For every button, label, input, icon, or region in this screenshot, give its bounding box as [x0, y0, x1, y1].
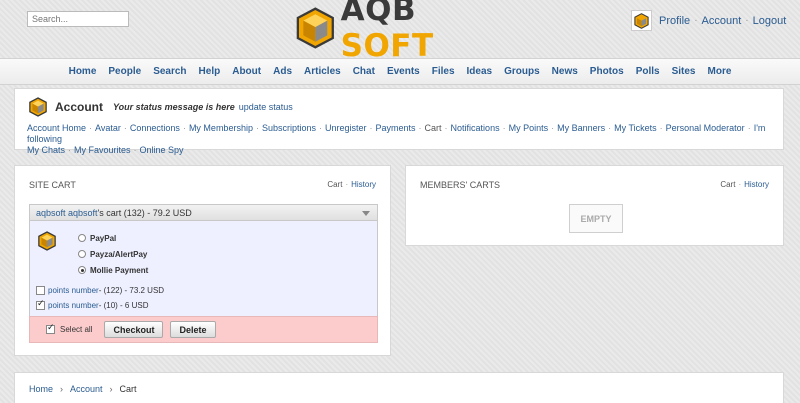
cart-owner-link[interactable]: aqbsoft aqbsoft [36, 208, 98, 218]
payment-option-payza[interactable]: Payza/AlertPay [78, 246, 148, 262]
account-submenu-subscriptions[interactable]: Subscriptions [262, 123, 316, 133]
account-submenu-my-banners[interactable]: My Banners [557, 123, 605, 133]
cart-body: PayPal Payza/AlertPay Mollie Payment poi… [29, 221, 378, 316]
radio-mollie[interactable] [78, 266, 86, 274]
breadcrumb-home[interactable]: Home [29, 384, 53, 394]
nav-files[interactable]: Files [432, 66, 455, 77]
account-submenu: Account Home · Avatar · Connections · My Membe… [27, 123, 766, 155]
account-avatar-icon[interactable] [29, 97, 47, 117]
cart-items: points number - (122) - 73.2 USD points … [36, 283, 164, 313]
nav-ideas[interactable]: Ideas [467, 66, 493, 77]
search-input[interactable] [27, 11, 129, 27]
site-cart-tabs: Cart · History [327, 180, 376, 189]
nav-polls[interactable]: Polls [636, 66, 660, 77]
nav-groups[interactable]: Groups [504, 66, 540, 77]
nav-about[interactable]: About [232, 66, 261, 77]
item-checkbox-2[interactable] [36, 299, 45, 310]
header: AQB SOFT Profile · Account · Logout [0, 0, 800, 64]
status-message: Your status message is here [113, 102, 235, 112]
checkout-button[interactable]: Checkout [104, 321, 164, 338]
members-carts-tabs: Cart · History [720, 180, 769, 189]
breadcrumb-separator: › [60, 384, 64, 394]
account-panel: Account Your status message is here upda… [14, 88, 784, 155]
account-submenu-my-membership[interactable]: My Membership [189, 123, 253, 133]
members-carts-panel: MEMBERS' CARTS Cart · History EMPTY [405, 165, 784, 246]
logo-cube-icon [296, 7, 334, 49]
select-all[interactable]: Select all [46, 323, 92, 334]
vendor-cube-icon [38, 231, 56, 251]
account-submenu-connections[interactable]: Connections [130, 123, 180, 133]
breadcrumb-account[interactable]: Account [70, 384, 103, 394]
payment-options: PayPal Payza/AlertPay Mollie Payment [78, 230, 148, 278]
cart-dropdown[interactable]: aqbsoft aqbsoft's cart (132) - 79.2 USD [29, 204, 378, 221]
account-submenu-cart[interactable]: Cart [425, 123, 442, 133]
nav-articles[interactable]: Articles [304, 66, 341, 77]
item-link-1[interactable]: points number [48, 286, 99, 295]
account-submenu-my-favourites[interactable]: My Favourites [74, 145, 131, 155]
breadcrumb-panel: Home › Account › Cart [14, 372, 784, 403]
logout-link[interactable]: Logout [753, 15, 787, 27]
nav-help[interactable]: Help [199, 66, 221, 77]
empty-badge: EMPTY [569, 204, 623, 233]
nav-ads[interactable]: Ads [273, 66, 292, 77]
nav-more[interactable]: More [708, 66, 732, 77]
account-submenu-online-spy[interactable]: Online Spy [140, 145, 184, 155]
item-checkbox-1[interactable] [36, 286, 45, 295]
user-avatar[interactable] [631, 10, 652, 31]
nav-search[interactable]: Search [153, 66, 186, 77]
account-submenu-account-home[interactable]: Account Home [27, 123, 86, 133]
breadcrumb-current: Cart [119, 384, 137, 394]
nav-people[interactable]: People [108, 66, 141, 77]
site-cart-tab-cart[interactable]: Cart [327, 180, 342, 189]
members-carts-title: MEMBERS' CARTS [420, 180, 501, 190]
site-cart-title: SITE CART [29, 180, 76, 190]
account-title: Account [55, 100, 103, 114]
members-carts-tab-cart[interactable]: Cart [720, 180, 735, 189]
chevron-down-icon[interactable] [362, 211, 370, 216]
payment-option-mollie[interactable]: Mollie Payment [78, 262, 148, 278]
select-all-checkbox[interactable] [46, 323, 55, 334]
profile-link[interactable]: Profile [659, 15, 690, 27]
nav-events[interactable]: Events [387, 66, 420, 77]
members-carts-tab-history[interactable]: History [744, 180, 769, 189]
breadcrumb-separator: › [109, 384, 113, 394]
account-submenu-unregister[interactable]: Unregister [325, 123, 367, 133]
nav-home[interactable]: Home [69, 66, 97, 77]
avatar-cube-icon [634, 12, 649, 29]
account-submenu-personal-moderator[interactable]: Personal Moderator [666, 123, 745, 133]
site-cart-tab-history[interactable]: History [351, 180, 376, 189]
cart-summary: 's cart (132) - 79.2 USD [97, 208, 192, 218]
delete-button[interactable]: Delete [170, 321, 216, 338]
account-submenu-avatar[interactable]: Avatar [95, 123, 121, 133]
account-header: Account Your status message is here upda… [29, 97, 293, 117]
logo-text: AQB SOFT [340, 0, 434, 64]
nav-news[interactable]: News [552, 66, 578, 77]
site-logo[interactable]: AQB SOFT [296, 0, 506, 64]
cart-item: points number - (10) - 6 USD [36, 298, 164, 313]
nav-chat[interactable]: Chat [353, 66, 375, 77]
account-submenu-my-chats[interactable]: My Chats [27, 145, 65, 155]
account-submenu-notifications[interactable]: Notifications [451, 123, 500, 133]
main-nav: Home People Search Help About Ads Articl… [0, 58, 800, 85]
update-status-link[interactable]: update status [239, 102, 293, 112]
account-submenu-my-points[interactable]: My Points [509, 123, 549, 133]
cart-actions: Select all Checkout Delete [29, 316, 378, 343]
nav-sites[interactable]: Sites [672, 66, 696, 77]
site-cart-panel: SITE CART Cart · History aqbsoft aqbsoft's… [14, 165, 391, 356]
user-nav: Profile · Account · Logout [631, 10, 786, 31]
breadcrumb: Home › Account › Cart [29, 384, 137, 394]
payment-option-paypal[interactable]: PayPal [78, 230, 148, 246]
item-link-2[interactable]: points number [48, 301, 99, 310]
account-submenu-my-tickets[interactable]: My Tickets [614, 123, 657, 133]
radio-paypal[interactable] [78, 234, 86, 242]
account-submenu-payments[interactable]: Payments [376, 123, 416, 133]
cart-item: points number - (122) - 73.2 USD [36, 283, 164, 298]
account-link[interactable]: Account [702, 15, 742, 27]
radio-payza[interactable] [78, 250, 86, 258]
nav-photos[interactable]: Photos [590, 66, 624, 77]
